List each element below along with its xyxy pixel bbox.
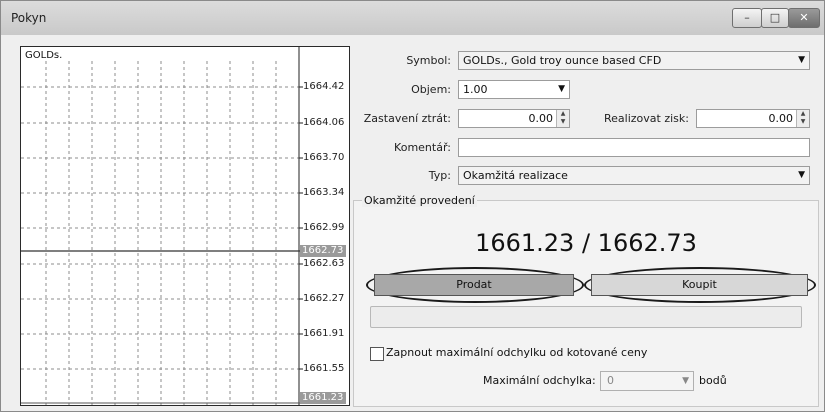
title-bar: Pokyn – □ ✕ — [1, 1, 824, 35]
volume-combobox[interactable]: 1.00 ▼ — [458, 80, 570, 99]
price-tick: 1662.63 — [303, 258, 345, 269]
price-tick: 1662.99 — [303, 222, 345, 233]
max-deviation-unit: bodů — [699, 374, 727, 387]
price-tick: 1663.34 — [303, 187, 345, 198]
volume-value: 1.00 — [463, 83, 488, 96]
max-deviation-label: Maximální odchylka: — [483, 374, 596, 387]
price-tick: 1662.27 — [303, 293, 345, 304]
max-deviation-checkbox[interactable] — [370, 347, 384, 361]
type-value: Okamžitá realizace — [463, 169, 568, 182]
window-title: Pokyn — [11, 11, 47, 25]
volume-label: Objem: — [411, 83, 451, 96]
bid-ask-display: 1661.23 / 1662.73 — [475, 229, 697, 257]
symbol-value: GOLDs., Gold troy ounce based CFD — [463, 54, 662, 67]
comment-input[interactable] — [458, 138, 810, 157]
chevron-down-icon: ▼ — [558, 84, 565, 94]
chevron-down-icon: ▼ — [798, 170, 805, 180]
stoploss-spinner-icon[interactable]: ▲ ▼ — [556, 110, 569, 127]
ask-price-tag: 1662.73 — [300, 245, 346, 257]
max-deviation-checkbox-label: Zapnout maximální odchylku od kotované c… — [386, 346, 648, 359]
takeprofit-input[interactable]: 0.00 ▲ ▼ — [696, 109, 810, 128]
buy-button[interactable]: Koupit — [591, 274, 808, 296]
takeprofit-label: Realizovat zisk: — [604, 112, 689, 125]
comment-label: Komentář: — [394, 141, 451, 154]
symbol-select[interactable]: GOLDs., Gold troy ounce based CFD ▼ — [458, 51, 810, 70]
execution-progress-bar — [370, 306, 802, 328]
max-deviation-combobox[interactable]: 0 ▼ — [600, 371, 694, 391]
close-button[interactable]: ✕ — [788, 8, 820, 28]
chevron-down-icon: ▼ — [682, 376, 689, 386]
price-tick: 1664.42 — [303, 81, 345, 92]
type-label: Typ: — [428, 169, 451, 182]
price-tick: 1661.91 — [303, 328, 345, 339]
maximize-button[interactable]: □ — [761, 8, 789, 28]
symbol-label: Symbol: — [406, 54, 451, 67]
stoploss-input[interactable]: 0.00 ▲ ▼ — [458, 109, 570, 128]
price-tick: 1661.55 — [303, 363, 345, 374]
price-tick: 1663.70 — [303, 152, 345, 163]
minimize-button[interactable]: – — [732, 8, 762, 28]
stoploss-label: Zastavení ztrát: — [363, 112, 451, 125]
tick-chart: GOLDs. 1664.42 1664.06 1663.70 1663.34 1… — [20, 46, 350, 406]
takeprofit-value: 0.00 — [768, 112, 794, 125]
stoploss-value: 0.00 — [528, 112, 554, 125]
max-deviation-value: 0 — [607, 374, 614, 387]
chart-grid — [21, 47, 303, 405]
group-title: Okamžité provedení — [362, 194, 477, 207]
chart-symbol: GOLDs. — [25, 50, 63, 61]
instant-execution-group: Okamžité provedení 1661.23 / 1662.73 Pro… — [353, 194, 819, 407]
takeprofit-spinner-icon[interactable]: ▲ ▼ — [796, 110, 809, 127]
type-select[interactable]: Okamžitá realizace ▼ — [458, 166, 810, 185]
order-window: Pokyn – □ ✕ GOLDs. 1664.42 1664.06 1663.… — [0, 0, 825, 412]
sell-button[interactable]: Prodat — [374, 274, 574, 296]
price-tick: 1664.06 — [303, 117, 345, 128]
bid-price-tag: 1661.23 — [300, 392, 346, 404]
chevron-down-icon: ▼ — [798, 55, 805, 65]
